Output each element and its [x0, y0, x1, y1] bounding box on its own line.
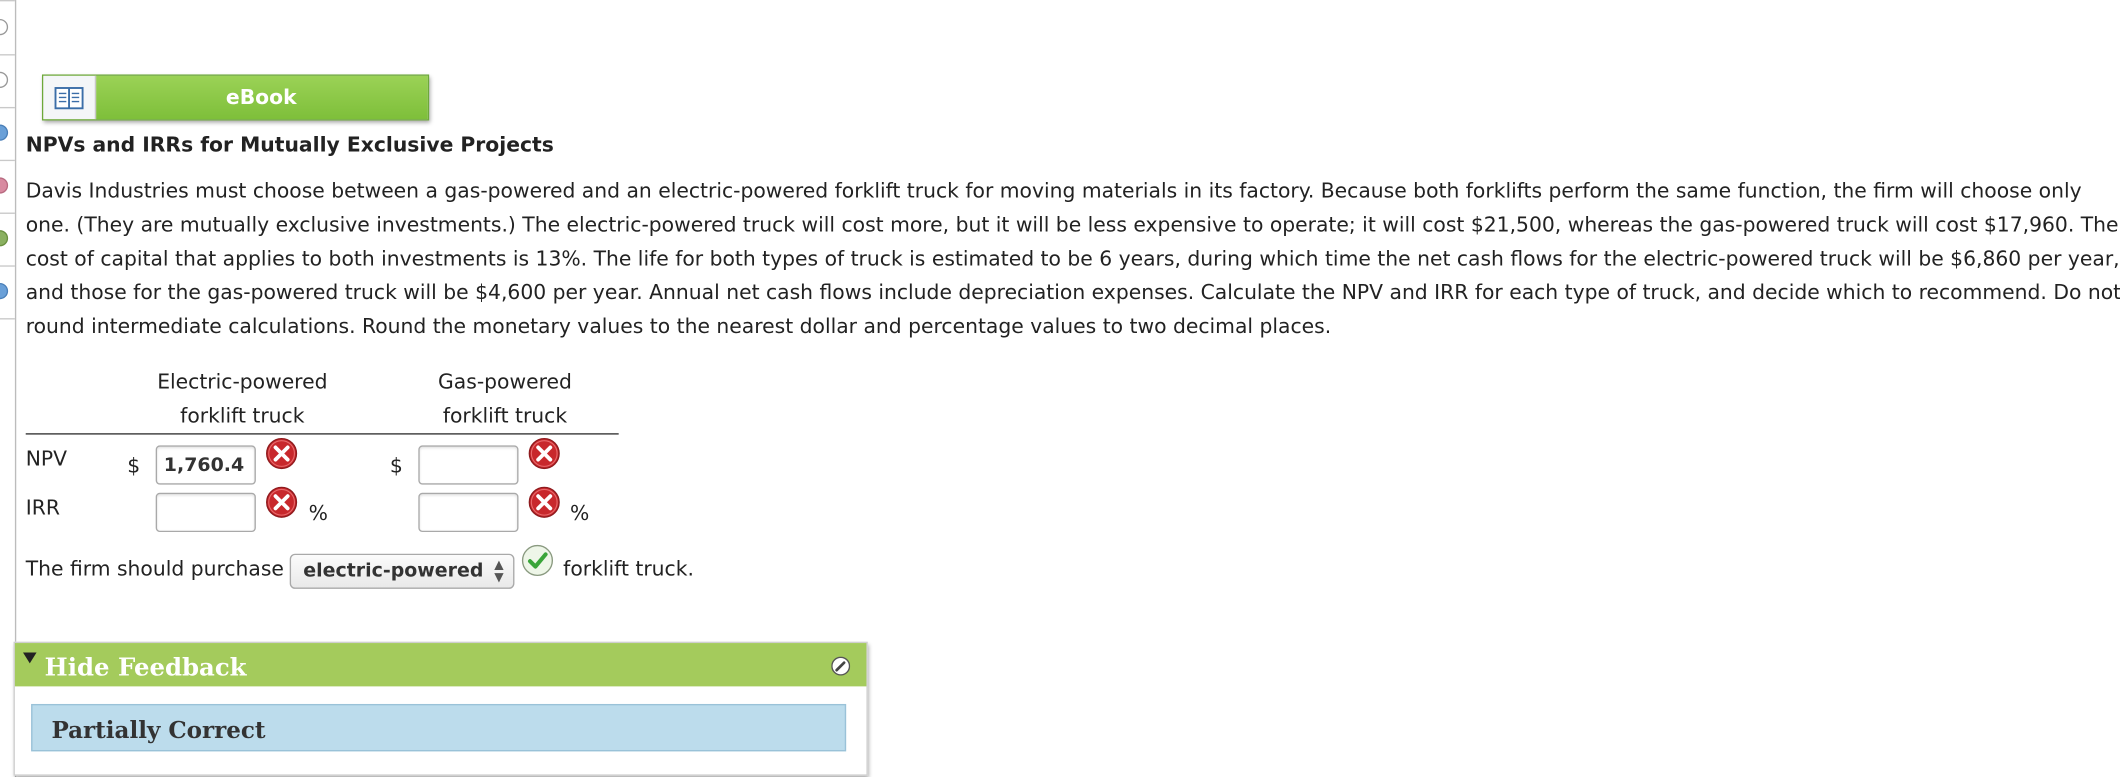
column-header-electric: Electric-powered forklift truck [133, 366, 352, 434]
feedback-status-text: Partially Correct [51, 717, 266, 745]
question-nav-dot[interactable] [0, 124, 9, 141]
question-nav-dot[interactable] [0, 230, 9, 247]
problem-line: and those for the gas-powered truck will… [25, 280, 2120, 305]
truck-type-select[interactable]: electric-powered ▲ ▼ [289, 553, 515, 589]
feedback-toggle-label: Hide Feedback [44, 653, 247, 683]
row-label-irr: IRR [25, 495, 60, 520]
problem-statement: Davis Industries must choose between a g… [25, 175, 2120, 344]
incorrect-icon [528, 486, 560, 518]
gutter-divider [0, 54, 15, 56]
npv-gas-input[interactable] [418, 445, 519, 485]
question-nav-dot[interactable] [0, 177, 9, 194]
truck-type-selected: electric-powered [303, 560, 484, 583]
currency-symbol: $ [127, 453, 141, 478]
incorrect-icon [528, 437, 560, 470]
gutter-divider [0, 0, 15, 2]
incorrect-icon [266, 486, 298, 518]
select-arrows-icon: ▲ ▼ [494, 559, 504, 585]
recommendation-prefix: The firm should purchase [25, 556, 284, 581]
problem-line: cost of capital that applies to both inv… [25, 246, 2120, 271]
ebook-label: eBook [225, 85, 297, 110]
column-header-line: forklift truck [180, 403, 305, 428]
table-header-rule [25, 433, 619, 435]
column-header-gas: Gas-powered forklift truck [395, 366, 614, 434]
question-nav-dot[interactable] [0, 71, 9, 88]
gutter-divider [0, 265, 15, 267]
pin-icon[interactable] [831, 656, 851, 676]
correct-icon [521, 544, 554, 577]
npv-electric-input[interactable] [155, 445, 256, 485]
book-icon [43, 75, 97, 120]
feedback-status: Partially Correct [31, 703, 847, 752]
column-header-line: Gas-powered [438, 369, 572, 394]
problem-line: one. (They are mutually exclusive invest… [25, 212, 2119, 237]
collapse-triangle-icon [23, 652, 37, 664]
column-header-line: forklift truck [442, 403, 568, 428]
gutter-divider [0, 318, 15, 320]
row-label-npv: NPV [25, 446, 68, 472]
currency-symbol: $ [389, 453, 403, 478]
problem-title: NPVs and IRRs for Mutually Exclusive Pro… [25, 132, 554, 158]
irr-electric-input[interactable] [155, 492, 256, 533]
gutter-divider [0, 106, 15, 109]
feedback-toggle[interactable]: Hide Feedback [14, 643, 867, 687]
recommendation-suffix: forklift truck. [563, 556, 694, 581]
question-nav-dot[interactable] [0, 18, 9, 36]
column-header-line: Electric-powered [157, 369, 328, 394]
problem-line: round intermediate calculations. Round t… [25, 314, 1332, 339]
question-nav-dot[interactable] [0, 282, 9, 300]
percent-symbol: % [569, 500, 590, 526]
gutter-divider [0, 212, 15, 214]
irr-gas-input[interactable] [418, 492, 519, 533]
incorrect-icon [266, 437, 298, 470]
gutter-divider [0, 159, 15, 162]
problem-line: Davis Industries must choose between a g… [25, 178, 2082, 204]
percent-symbol: % [308, 500, 328, 526]
ebook-button[interactable]: eBook [41, 74, 430, 121]
feedback-panel: Hide Feedback Partially Correct [13, 641, 868, 776]
